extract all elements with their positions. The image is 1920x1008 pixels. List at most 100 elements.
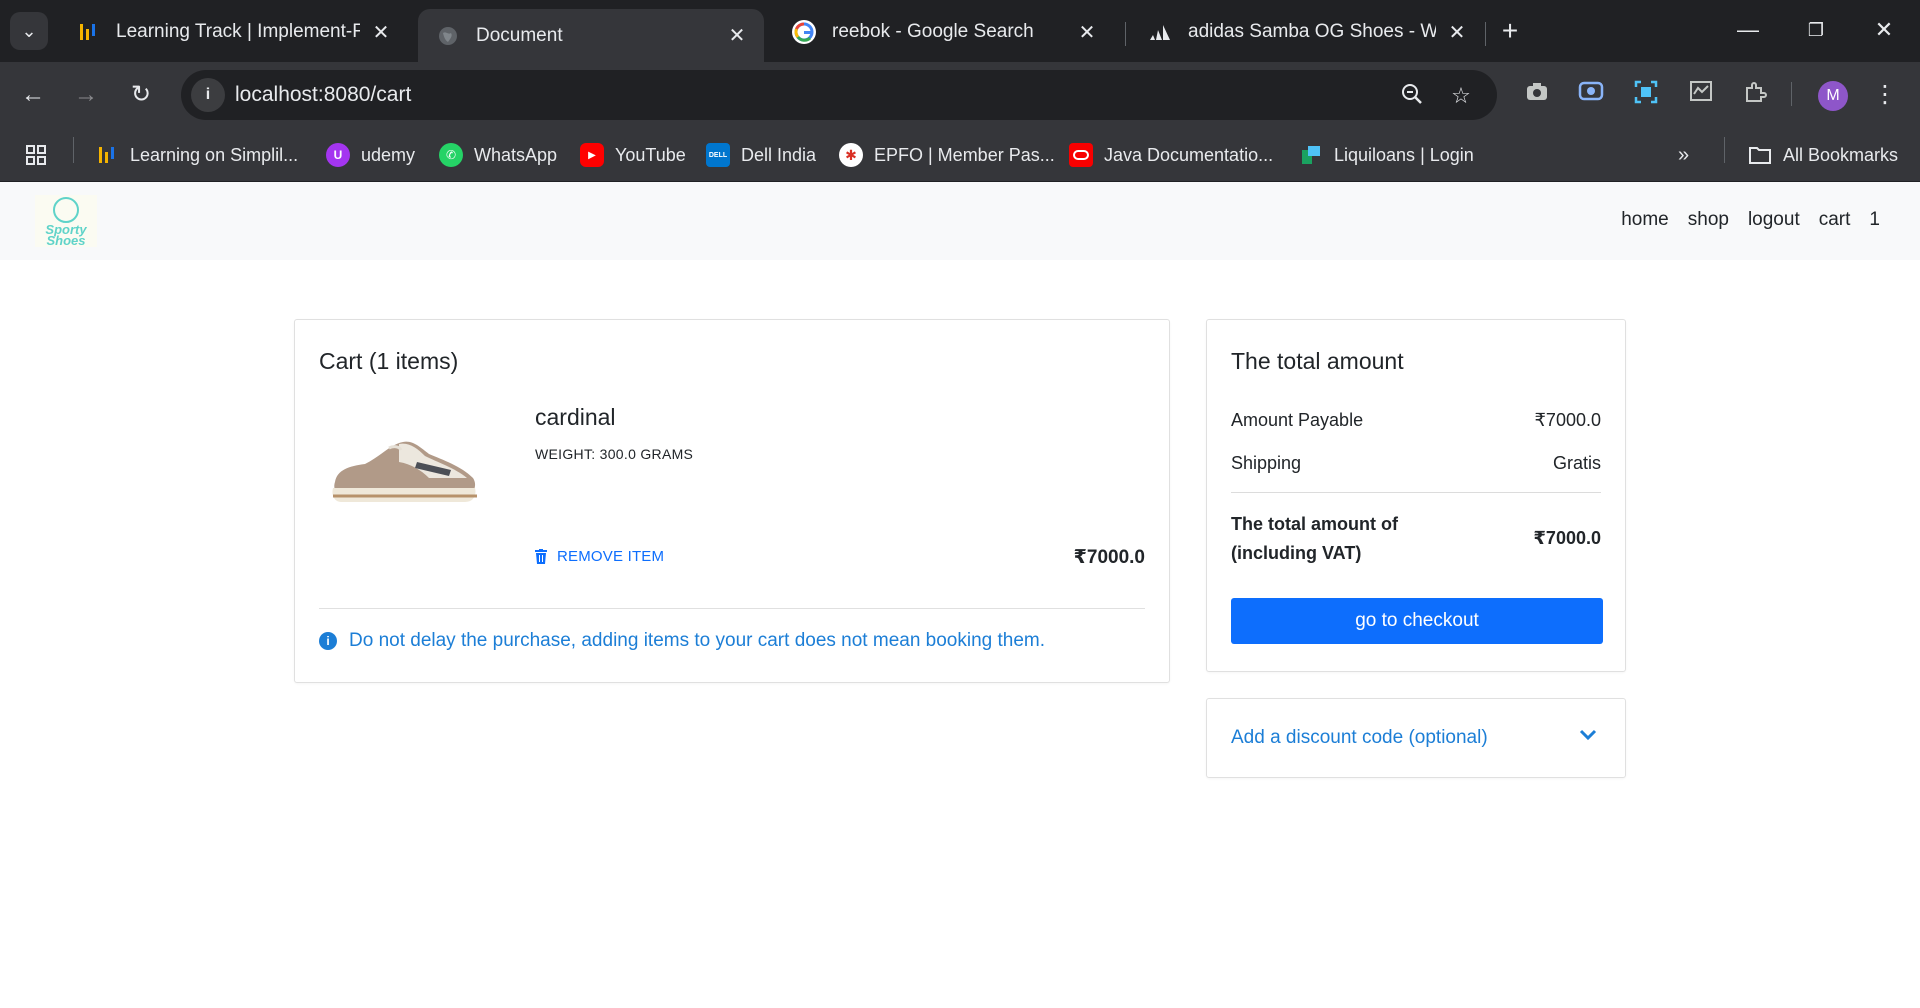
nav-cart-link[interactable]: cart [1819,209,1851,231]
shipping-value: Gratis [1552,453,1601,473]
total-label-line1: The total amount of [1231,514,1398,534]
close-tab-icon[interactable]: ✕ [1446,20,1468,45]
address-bar[interactable]: i localhost:8080/cart ☆ [181,70,1497,120]
bookmark-whatsapp[interactable]: ✆ WhatsApp [439,140,557,170]
liquiloans-icon [1299,143,1323,167]
shipping-label: Shipping [1231,453,1302,473]
total-summary-card: The total amount Amount Payable ₹7000.0 … [1206,319,1626,672]
bookmark-simplilearn[interactable]: Learning on Simplil... [95,140,298,170]
tab-document[interactable]: Document ✕ [418,9,764,62]
remove-item-button[interactable]: REMOVE ITEM [535,548,664,565]
discount-code-toggle[interactable]: Add a discount code (optional) [1231,727,1488,749]
tab-adidas[interactable]: adidas Samba OG Shoes - Whit ✕ [1130,9,1484,55]
go-to-checkout-button[interactable]: go to checkout [1231,598,1603,644]
tab-google-search[interactable]: reebok - Google Search ✕ [774,9,1114,55]
all-bookmarks-button[interactable]: All Bookmarks [1748,140,1898,170]
nav-home-link[interactable]: home [1621,209,1669,231]
new-tab-button[interactable]: + [1494,16,1526,48]
ball-icon [53,196,79,223]
tab-title: reebok - Google Search [832,21,1034,42]
chevron-down-icon[interactable] [1579,729,1597,741]
browser-tabstrip: ⌄ Learning Track | Implement-Fra ✕ Docum… [0,0,1920,62]
tab-separator [1485,22,1486,46]
bookmark-dell[interactable]: DELL Dell India [706,140,816,170]
folder-icon [1748,143,1772,167]
double-chevron-right-icon: » [1678,143,1690,166]
apps-grid-button[interactable] [25,140,47,170]
camera-extension-icon[interactable] [1522,80,1552,110]
booking-notice: i Do not delay the purchase, adding item… [319,630,1045,652]
youtube-icon: ▶ [580,143,604,167]
tab-learning-track[interactable]: Learning Track | Implement-Fra ✕ [58,9,408,55]
bookmark-label: Liquiloans | Login [1334,144,1474,165]
tab-title: adidas Samba OG Shoes - Whit [1188,21,1436,42]
total-row: The total amount of (including VAT) ₹700… [1231,510,1601,568]
notice-text: Do not delay the purchase, adding items … [349,630,1046,651]
tab-title: Learning Track | Implement-Fra [116,21,360,42]
bookmark-label: udemy [361,144,416,165]
bookmark-youtube[interactable]: ▶ YouTube [580,140,686,170]
tab-search-button[interactable]: ⌄ [10,12,48,50]
restore-icon: ❐ [1807,20,1825,40]
trash-icon [535,549,547,564]
bookmark-label: WhatsApp [474,144,558,165]
more-bookmarks-button[interactable]: » [1678,140,1689,170]
simplilearn-icon [95,143,119,167]
product-name[interactable]: cardinal [535,404,616,431]
whatsapp-icon: ✆ [439,143,463,167]
logo-text-line2: Shoes [46,232,86,248]
bookmark-label: Java Documentatio... [1104,144,1274,165]
total-value: ₹7000.0 [1533,528,1601,548]
toolbar-separator [1791,82,1792,106]
total-label: The total amount of (including VAT) [1231,510,1398,568]
zoom-icon[interactable] [1398,82,1426,110]
reader-extension-icon[interactable] [1686,80,1716,110]
restore-button[interactable]: ❐ [1796,14,1836,46]
bookmark-java-docs[interactable]: Java Documentatio... [1069,140,1273,170]
minimize-icon: — [1737,17,1759,42]
screen-record-extension-icon[interactable] [1576,80,1606,110]
epfo-icon: ✱ [839,143,863,167]
minimize-button[interactable]: — [1728,14,1768,46]
remove-item-label: REMOVE ITEM [557,548,665,565]
oracle-icon [1069,143,1093,167]
reload-button[interactable]: ↻ [122,76,160,114]
menu-kebab-icon[interactable]: ⋮ [1870,80,1900,110]
close-window-button[interactable]: ✕ [1864,14,1904,46]
udemy-icon: U [326,143,350,167]
info-circle-icon: i [319,632,337,650]
address-url[interactable]: localhost:8080/cart [235,83,411,107]
bookmark-liquiloans[interactable]: Liquiloans | Login [1299,140,1474,170]
bookmark-star-icon[interactable]: ☆ [1447,82,1475,110]
nav-shop-link[interactable]: shop [1688,209,1729,231]
close-tab-icon[interactable]: ✕ [370,20,392,45]
profile-avatar[interactable]: M [1818,81,1848,111]
shipping-row: Shipping Gratis [1231,453,1601,474]
close-tab-icon[interactable]: ✕ [726,23,748,48]
product-image-sneaker[interactable] [329,426,481,506]
forward-button[interactable]: → [67,76,105,114]
discount-code-card[interactable]: Add a discount code (optional) [1206,698,1626,778]
amount-payable-row: Amount Payable ₹7000.0 [1231,410,1601,431]
amount-payable-label: Amount Payable [1231,410,1364,430]
back-button[interactable]: ← [14,76,52,114]
site-logo[interactable]: Sporty Shoes [35,195,97,247]
google-icon [792,20,816,44]
apps-grid-icon [26,145,46,165]
extensions-puzzle-icon[interactable] [1740,80,1770,110]
nav-logout-link[interactable]: logout [1748,209,1800,231]
cart-count-badge[interactable]: 1 [1869,209,1880,231]
screenshot-extension-icon[interactable] [1631,80,1661,110]
bookmark-label: Dell India [741,144,817,165]
amount-payable-value: ₹7000.0 [1534,410,1601,430]
close-tab-icon[interactable]: ✕ [1076,20,1098,45]
cart-divider [319,608,1145,609]
bookmark-udemy[interactable]: U udemy [326,140,415,170]
cart-title: Cart (1 items) [319,348,459,374]
summary-divider [1231,492,1601,493]
nav-links: home shop logout cart 1 [1602,209,1880,231]
bookmark-separator [1724,137,1725,163]
bookmark-epfo[interactable]: ✱ EPFO | Member Pas... [839,140,1055,170]
item-price: ₹7000.0 [1073,547,1145,568]
site-info-icon[interactable]: i [191,78,225,112]
